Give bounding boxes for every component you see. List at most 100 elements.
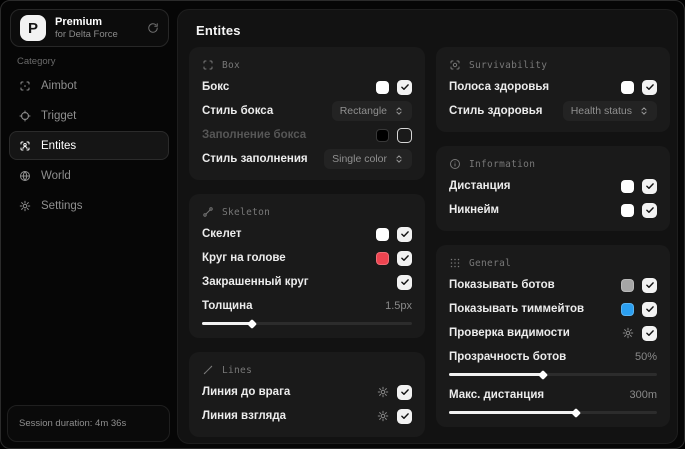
sidebar-item-aimbot[interactable]: Aimbot [9, 71, 169, 100]
check-icon [645, 304, 655, 314]
setting-label: Прозрачность ботов [449, 351, 567, 363]
color-swatch[interactable] [621, 80, 634, 94]
card-title: Lines [222, 364, 253, 376]
survivability-icon [449, 59, 461, 71]
checkbox[interactable] [397, 127, 412, 143]
setting-label: Скелет [202, 228, 242, 240]
gear-icon[interactable] [377, 410, 389, 422]
setting-controls [397, 274, 412, 290]
slider-track[interactable] [449, 369, 657, 380]
gear-icon[interactable] [377, 386, 389, 398]
slider-track[interactable] [449, 407, 657, 418]
checkbox[interactable] [642, 79, 657, 95]
checkbox[interactable] [642, 277, 657, 293]
slider-head: Макс. дистанция 300m [449, 384, 657, 406]
checkbox[interactable] [397, 384, 412, 400]
slider-head: Толщина 1.5px [202, 295, 412, 317]
color-swatch[interactable] [621, 203, 634, 217]
sidebar-nav: Aimbot Trigget Entites World Settings [9, 71, 169, 220]
card-information: Information Дистанция Никнейм [436, 146, 670, 231]
card-header: Skeleton [202, 202, 412, 222]
card-general: General Показывать ботов Показывать тиммей… [436, 245, 670, 427]
color-swatch[interactable] [621, 302, 634, 316]
color-swatch[interactable] [376, 80, 389, 94]
gear-icon[interactable] [622, 327, 634, 339]
toggle-setting: Линия взгляда [202, 404, 412, 428]
setting-label: Показывать тиммейтов [449, 303, 585, 315]
checkbox[interactable] [397, 250, 412, 266]
slider-head: Прозрачность ботов 50% [449, 346, 657, 368]
color-swatch[interactable] [621, 179, 634, 193]
color-swatch[interactable] [376, 227, 389, 241]
sidebar-item-settings[interactable]: Settings [9, 191, 169, 220]
dropdown-select[interactable]: Rectangle [331, 101, 412, 121]
card-title: Survivability [469, 59, 548, 71]
category-label: Category [17, 56, 56, 67]
dropdown-value: Single color [332, 153, 387, 165]
setting-label: Линия взгляда [202, 410, 287, 422]
slider-fill [449, 373, 543, 376]
lines-icon [202, 364, 214, 376]
color-swatch[interactable] [376, 251, 389, 265]
setting-controls [377, 384, 412, 400]
sidebar-item-label: Trigget [41, 109, 77, 122]
check-icon [645, 82, 655, 92]
slider-value: 1.5px [385, 300, 412, 312]
checkbox[interactable] [397, 226, 412, 242]
setting-controls: Health status [562, 101, 657, 121]
setting-label: Заполнение бокса [202, 129, 307, 141]
checkbox[interactable] [642, 202, 657, 218]
setting-controls: Single color [324, 149, 412, 169]
setting-controls [377, 408, 412, 424]
card-lines: Lines Линия до врага Линия взгляда [189, 352, 425, 437]
checkbox[interactable] [397, 274, 412, 290]
toggle-setting: Полоса здоровья [449, 75, 657, 99]
card-header: Survivability [449, 55, 657, 75]
checkbox[interactable] [397, 408, 412, 424]
slider-thumb[interactable] [247, 318, 258, 329]
general-icon [449, 257, 461, 269]
card-header: General [449, 253, 657, 273]
refresh-icon[interactable] [147, 22, 159, 34]
world-icon [19, 170, 31, 182]
slider-thumb[interactable] [570, 407, 581, 418]
select-setting: Стиль здоровья Health status [449, 99, 657, 123]
setting-label: Толщина [202, 300, 253, 312]
setting-controls [376, 226, 412, 242]
card-title: General [469, 257, 512, 269]
sidebar-item-label: Aimbot [41, 79, 77, 92]
sidebar-item-world[interactable]: World [9, 161, 169, 190]
dropdown-select[interactable]: Single color [324, 149, 412, 169]
sidebar-item-trigget[interactable]: Trigget [9, 101, 169, 130]
setting-controls [621, 277, 657, 293]
main-panel: Entites Box Бокс Стиль бокса Rectangle Запол… [177, 9, 678, 444]
entities-icon [19, 140, 31, 152]
color-swatch[interactable] [621, 278, 634, 292]
setting-controls [622, 325, 657, 341]
dropdown-value: Health status [570, 105, 632, 117]
card-header: Information [449, 154, 657, 174]
setting-label: Стиль заполнения [202, 153, 308, 165]
slider-fill [202, 322, 253, 325]
toggle-setting: Линия до врага [202, 380, 412, 404]
slider-thumb[interactable] [537, 369, 548, 380]
check-icon [400, 277, 410, 287]
checkbox[interactable] [642, 301, 657, 317]
check-icon [400, 253, 410, 263]
check-icon [400, 82, 410, 92]
sidebar-item-entites[interactable]: Entites [9, 131, 169, 160]
dropdown-value: Rectangle [339, 105, 387, 117]
color-swatch[interactable] [376, 128, 389, 142]
dropdown-select[interactable]: Health status [562, 101, 657, 121]
checkbox[interactable] [642, 178, 657, 194]
select-setting: Стиль заполнения Single color [202, 147, 412, 171]
checkbox[interactable] [642, 325, 657, 341]
setting-controls [621, 178, 657, 194]
checkbox[interactable] [397, 79, 412, 95]
slider-fill [449, 411, 576, 414]
slider-track[interactable] [202, 318, 412, 329]
toggle-setting: Заполнение бокса [202, 123, 412, 147]
card-skeleton: Skeleton Скелет Круг на голове Закрашенный … [189, 194, 425, 338]
setting-controls: Rectangle [331, 101, 412, 121]
card-title: Skeleton [222, 206, 271, 218]
